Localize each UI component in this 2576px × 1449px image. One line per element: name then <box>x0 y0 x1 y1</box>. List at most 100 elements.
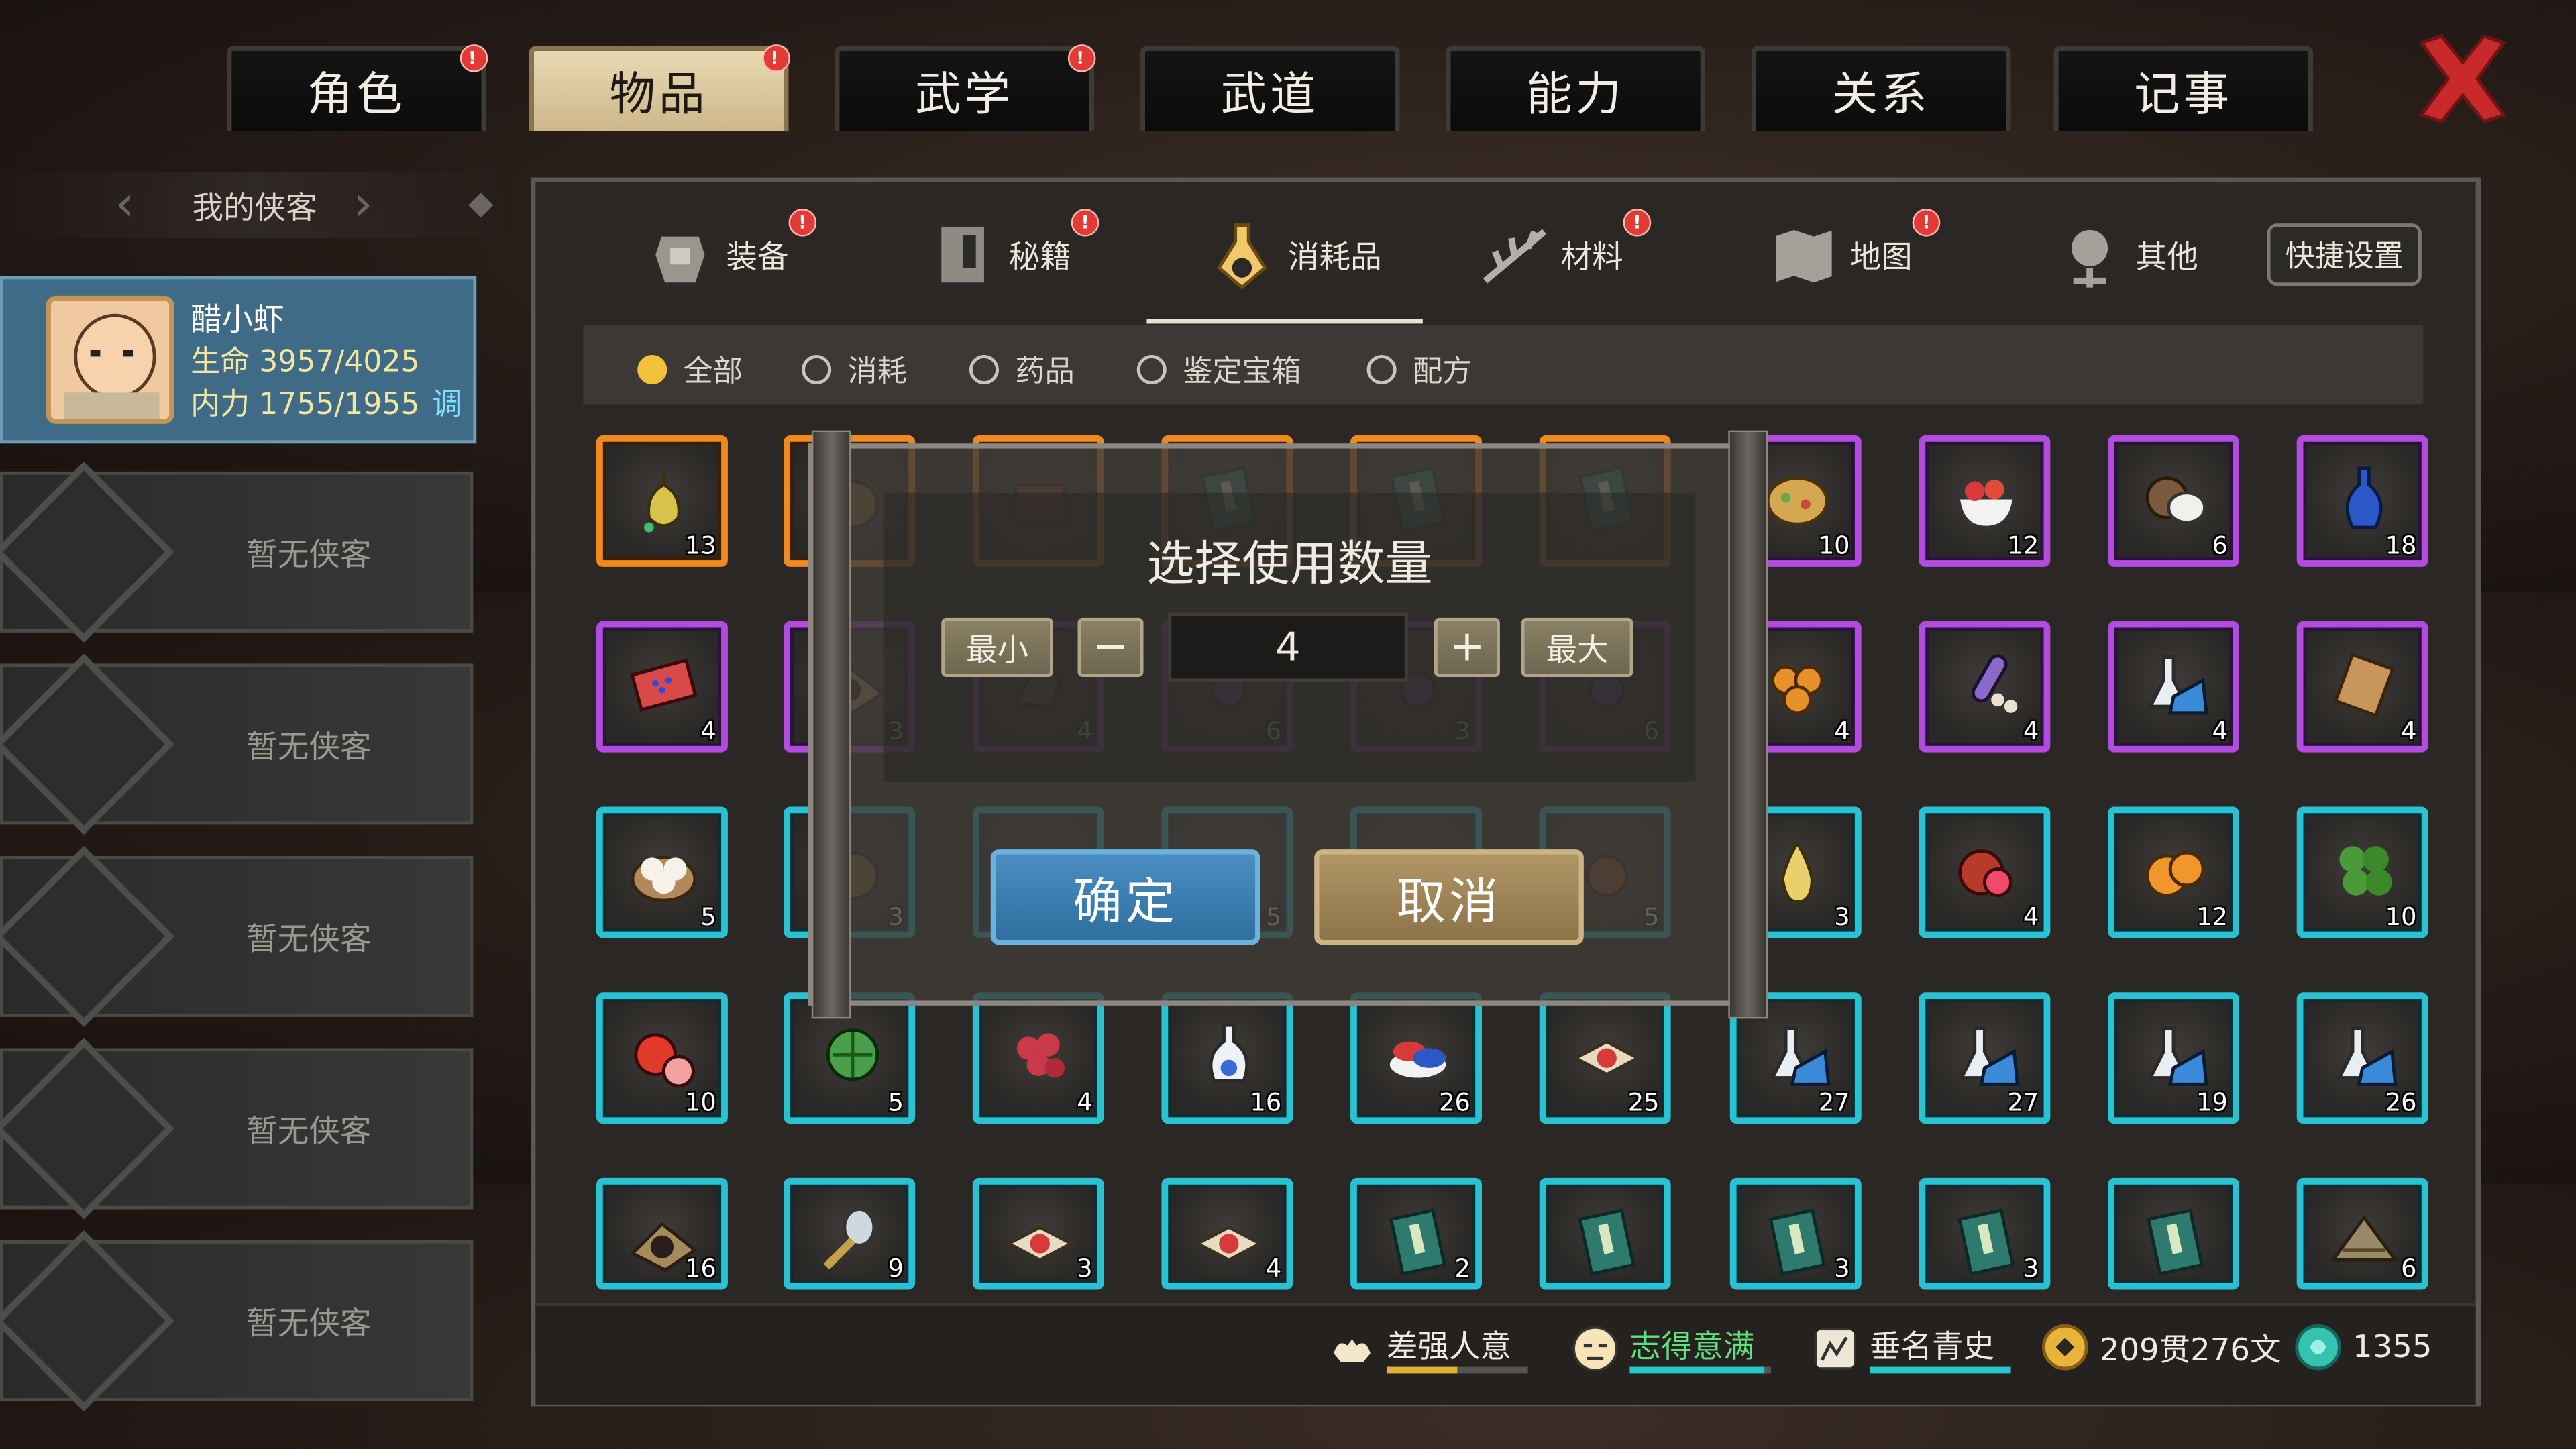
item-slot[interactable]: 3 <box>972 1177 1104 1290</box>
subtab-5[interactable]: 其他 <box>2053 205 2198 304</box>
close-icon[interactable] <box>2412 30 2514 128</box>
empty-hero-slot[interactable]: 暂无侠客 <box>0 845 474 1028</box>
top-tab-label: 武道 <box>1220 66 1320 121</box>
item-slot[interactable]: 4 <box>596 621 728 753</box>
filter-option-3[interactable]: 鉴定宝箱 <box>1136 348 1301 391</box>
dialog-right-pillar <box>1728 430 1768 1019</box>
empty-avatar-icon <box>0 461 174 643</box>
subtab-4[interactable]: 地图! <box>1768 205 1941 304</box>
filter-option-4[interactable]: 配方 <box>1366 348 1472 391</box>
item-slot[interactable]: 4 <box>2108 621 2239 753</box>
item-slot[interactable]: 6 <box>2296 1177 2428 1290</box>
food-bar <box>1386 1366 1528 1374</box>
item-count: 6 <box>2212 531 2228 561</box>
subtab-label: 材料 <box>1560 239 1623 276</box>
item-slot[interactable]: 4 <box>2296 621 2428 753</box>
item-slot[interactable]: 3 <box>1729 1177 1862 1290</box>
item-slot[interactable]: 6 <box>2108 435 2239 567</box>
item-count: 27 <box>1818 1087 1850 1118</box>
mood-status[interactable]: 志得意满 <box>1570 1322 1772 1374</box>
melon-icon <box>826 1028 879 1081</box>
empty-hero-slot[interactable]: 暂无侠客 <box>0 1038 474 1220</box>
min-button[interactable]: 最小 <box>941 617 1053 677</box>
subtab-1[interactable]: 秘籍! <box>926 205 1099 304</box>
spoon-icon <box>823 1208 876 1270</box>
item-slot[interactable]: 9 <box>784 1177 916 1290</box>
item-slot[interactable]: 10 <box>2296 806 2428 938</box>
notification-badge: ! <box>1071 209 1099 237</box>
item-slot[interactable]: 2 <box>1350 1177 1482 1290</box>
fame-status[interactable]: 垂名青史 <box>1811 1322 2011 1374</box>
top-tab-1[interactable]: 物品! <box>529 44 790 131</box>
empty-hero-slot[interactable]: 暂无侠客 <box>0 653 474 835</box>
hero-name: 醋小虾 <box>191 302 284 339</box>
item-slot[interactable]: 19 <box>2108 992 2239 1124</box>
gem-icon <box>1005 1225 1075 1263</box>
top-tab-6[interactable]: 记事 <box>2053 46 2314 131</box>
item-slot[interactable]: 4 <box>1919 621 2051 753</box>
top-tab-3[interactable]: 武道 <box>1140 46 1400 131</box>
filter-label: 配方 <box>1413 354 1472 390</box>
next-page-icon[interactable]: › <box>354 176 373 233</box>
item-slot[interactable]: 12 <box>2108 806 2239 938</box>
item-slot[interactable]: 3 <box>1919 1177 2051 1290</box>
item-count: 9 <box>888 1253 904 1283</box>
item-slot[interactable]: 12 <box>1919 435 2051 567</box>
item-slot[interactable]: 26 <box>2296 992 2428 1124</box>
plus-button[interactable]: + <box>1434 617 1500 677</box>
quick-settings-button[interactable]: 快捷设置 <box>2267 223 2422 286</box>
subtab-0[interactable]: 装备! <box>644 205 817 304</box>
item-slot[interactable]: 4 <box>972 992 1104 1124</box>
item-slot[interactable]: 10 <box>596 992 728 1124</box>
seeds-icon <box>1971 654 2018 713</box>
item-slot[interactable]: 27 <box>1919 992 2051 1124</box>
item-count: 26 <box>2385 1087 2417 1118</box>
item-slot[interactable] <box>2108 1177 2239 1290</box>
cancel-button[interactable]: 取消 <box>1314 849 1584 945</box>
top-tab-4[interactable]: 能力 <box>1446 46 1706 131</box>
top-tab-0[interactable]: 角色! <box>226 44 488 131</box>
adjust-button[interactable]: 调 <box>432 381 462 424</box>
pie-icon <box>1766 476 1829 526</box>
item-slot[interactable]: 4 <box>1919 806 2051 938</box>
empty-hero-label: 暂无侠客 <box>246 729 372 766</box>
hero-card[interactable]: 醋小虾 生命 3957/4025 内力 1755/1955 调 <box>0 276 477 444</box>
empty-hero-slot[interactable]: 暂无侠客 <box>0 1230 474 1412</box>
top-tab-2[interactable]: 武学! <box>835 44 1096 131</box>
item-slot[interactable]: 5 <box>596 806 728 938</box>
confirm-button[interactable]: 确定 <box>990 849 1260 945</box>
item-slot[interactable]: 4 <box>1161 1177 1293 1290</box>
radio-icon <box>1366 354 1397 385</box>
money-label: 209贯276文 <box>2099 1331 2282 1368</box>
item-count: 16 <box>1250 1087 1282 1118</box>
empty-hero-slot[interactable]: 暂无侠客 <box>0 461 474 643</box>
filter-option-0[interactable]: 全部 <box>637 348 743 391</box>
item-slot[interactable]: 18 <box>2296 435 2428 567</box>
item-count: 12 <box>2196 902 2228 932</box>
gem-icon <box>1194 1225 1264 1263</box>
buns-icon <box>631 855 697 902</box>
top-tab-label: 能力 <box>1526 66 1625 121</box>
minus-button[interactable]: − <box>1077 617 1144 677</box>
empty-avatar-icon <box>0 1230 174 1412</box>
item-slot[interactable]: 16 <box>1161 992 1293 1124</box>
expand-icon[interactable]: ◆ <box>468 182 494 222</box>
filter-option-1[interactable]: 消耗 <box>802 348 907 391</box>
subtab-2[interactable]: 消耗品 <box>1206 205 1382 304</box>
plate-icon <box>1386 1041 1450 1081</box>
item-slot[interactable]: 25 <box>1539 992 1671 1124</box>
quantity-field[interactable]: 4 <box>1168 612 1408 682</box>
armor-icon <box>652 233 708 286</box>
filter-option-2[interactable]: 药品 <box>969 348 1075 391</box>
top-tab-5[interactable]: 关系 <box>1751 46 2011 131</box>
item-slot[interactable]: 26 <box>1350 992 1482 1124</box>
item-slot[interactable] <box>1539 1177 1671 1290</box>
subtab-3[interactable]: 材料! <box>1479 205 1652 304</box>
empty-hero-label: 暂无侠客 <box>246 537 372 574</box>
dialog-left-pillar <box>811 430 851 1019</box>
item-slot[interactable]: 16 <box>596 1177 728 1290</box>
item-slot[interactable]: 13 <box>596 435 728 567</box>
max-button[interactable]: 最大 <box>1521 617 1633 677</box>
prev-page-icon[interactable]: ‹ <box>115 176 134 233</box>
food-status[interactable]: 差强人意 <box>1328 1322 1528 1374</box>
